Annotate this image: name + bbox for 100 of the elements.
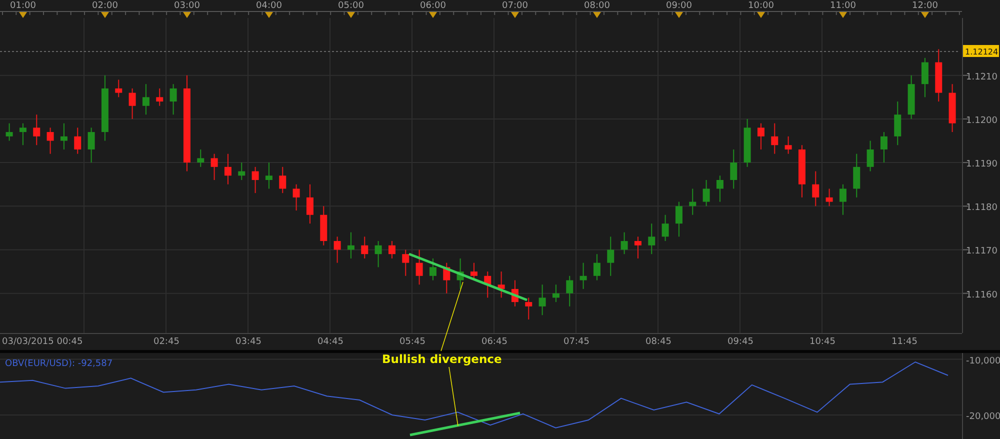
candlestick <box>757 122 764 150</box>
annotation-label: Bullish divergence <box>382 352 502 366</box>
price-axis-label: 1.1190 <box>966 160 998 170</box>
candlestick <box>429 258 436 281</box>
candlestick <box>484 271 492 298</box>
candlestick <box>361 236 368 259</box>
candlestick <box>46 127 54 154</box>
candlestick <box>620 232 628 255</box>
candlestick <box>402 249 410 276</box>
obv-title: OBV(EUR/USD): -92,587 <box>5 359 113 369</box>
marker-triangle-icon <box>347 12 355 18</box>
candlestick <box>60 122 68 150</box>
candlestick <box>74 127 82 154</box>
time-axis-label: 04:45 <box>318 337 344 347</box>
leader-line <box>440 282 464 352</box>
candlestick <box>197 148 204 168</box>
candlestick <box>252 166 259 194</box>
candlestick <box>128 88 136 120</box>
candlestick <box>730 148 738 190</box>
time-axis-label: 09:45 <box>728 337 754 347</box>
candlestick <box>279 166 286 194</box>
time-axis-label: 05:00 <box>338 1 364 11</box>
time-axis-label: 12:00 <box>912 1 938 11</box>
marker-triangle-icon <box>675 12 683 18</box>
candlestick <box>675 201 682 238</box>
candlestick <box>347 232 354 259</box>
date-time-label: 03/03/2015 00:45 <box>2 337 83 347</box>
time-axis-label: 05:45 <box>400 337 426 347</box>
time-axis-label: 04:00 <box>256 1 282 11</box>
candlestick <box>744 118 751 168</box>
marker-triangle-icon <box>101 12 109 18</box>
candlestick <box>866 140 874 172</box>
candlestick <box>771 122 778 154</box>
candlestick <box>566 275 574 307</box>
candlestick <box>115 79 122 98</box>
candlestick <box>593 254 600 281</box>
candlestick <box>853 153 860 198</box>
marker-triangle-icon <box>593 12 601 18</box>
candlestick <box>839 184 846 216</box>
candlestick <box>662 214 669 242</box>
marker-triangle-icon <box>921 12 929 18</box>
candlestick <box>552 284 560 303</box>
candlestick <box>443 262 450 294</box>
time-axis-label: 03:45 <box>236 337 262 347</box>
time-axis-label: 08:45 <box>646 337 672 347</box>
candlestick <box>88 127 95 164</box>
candlestick <box>470 262 478 281</box>
candlestick <box>948 84 956 133</box>
candlestick <box>19 122 26 146</box>
candlestick <box>170 84 177 116</box>
marker-triangle-icon <box>429 12 437 18</box>
time-axis-label: 09:00 <box>666 1 692 11</box>
candlestick <box>265 162 272 190</box>
candlestick <box>334 236 341 264</box>
time-axis-label: 06:45 <box>482 337 508 347</box>
time-axis-label: 10:00 <box>748 1 774 11</box>
marker-triangle-icon <box>183 12 191 18</box>
time-axis-label: 01:00 <box>10 1 36 11</box>
time-axis-label: 02:45 <box>154 337 180 347</box>
candlestick <box>689 188 696 216</box>
candlestick <box>210 153 218 180</box>
time-axis-label: 02:00 <box>92 1 118 11</box>
candlestick <box>224 153 232 185</box>
candlestick <box>634 236 642 259</box>
candlestick <box>156 88 164 106</box>
candlestick <box>702 179 710 207</box>
candlestick <box>33 114 40 146</box>
marker-triangle-icon <box>839 12 847 18</box>
candlestick <box>826 188 833 207</box>
leader-line <box>448 366 458 426</box>
candlestick <box>374 240 382 268</box>
candlestick <box>525 297 532 320</box>
candlestick <box>320 206 328 246</box>
candlestick <box>306 184 314 224</box>
time-axis-label: 11:00 <box>830 1 856 11</box>
obv-axis-label: -20,000 <box>966 412 1000 422</box>
candlestick <box>416 249 423 286</box>
candlestick <box>648 223 656 255</box>
candlestick <box>142 84 150 116</box>
time-axis-label: 11:45 <box>892 337 918 347</box>
candlestick <box>880 132 888 164</box>
marker-triangle-icon <box>19 12 27 18</box>
time-axis-label: 08:00 <box>584 1 610 11</box>
candlestick <box>716 175 724 202</box>
candlestick <box>580 262 587 290</box>
candlestick <box>921 57 928 98</box>
candlestick <box>6 122 13 142</box>
marker-triangle-icon <box>757 12 765 18</box>
candlestick <box>784 136 792 154</box>
time-axis-label: 10:45 <box>810 337 836 347</box>
candlestick <box>798 144 806 198</box>
time-axis-label: 06:00 <box>420 1 446 11</box>
time-axis-label: 07:45 <box>564 337 590 347</box>
candlestick <box>935 48 942 102</box>
candlestick <box>511 280 518 307</box>
candlestick <box>908 74 915 120</box>
marker-triangle-icon <box>265 12 273 18</box>
candlestick <box>812 170 820 207</box>
candlestick <box>456 258 464 290</box>
time-axis-label: 03:00 <box>174 1 200 11</box>
